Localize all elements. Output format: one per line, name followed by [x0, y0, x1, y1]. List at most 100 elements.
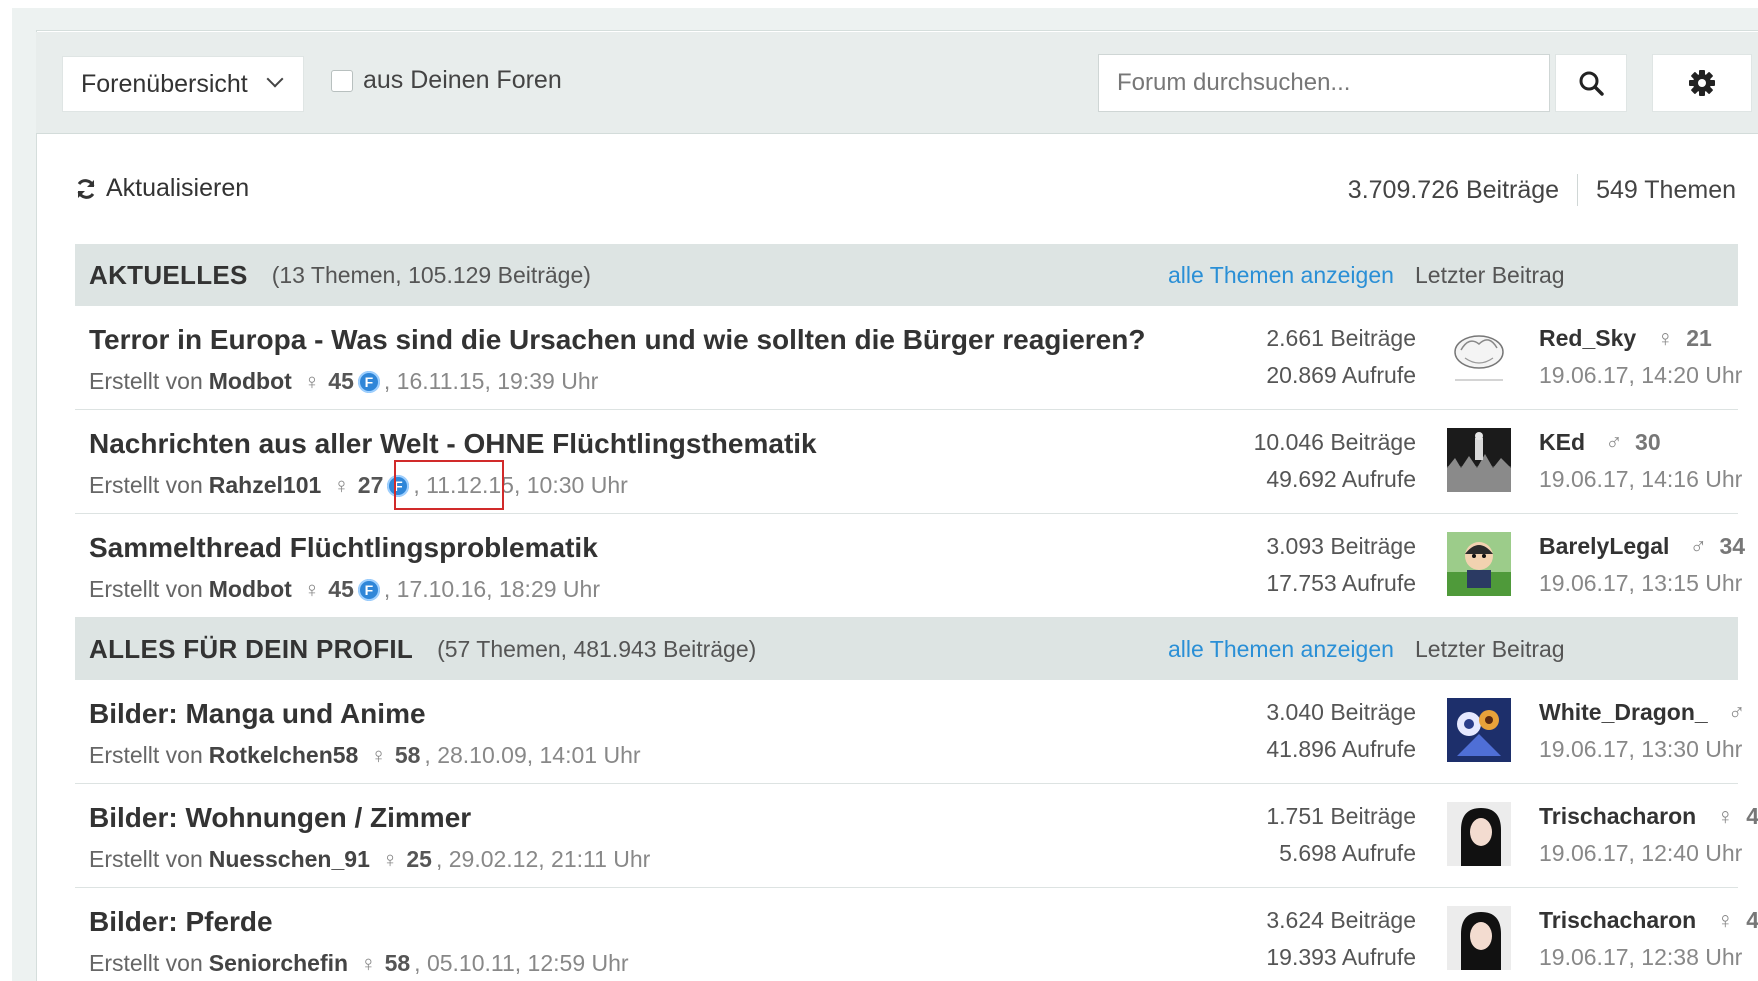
topic-title[interactable]: Bilder: Manga und Anime [89, 698, 426, 730]
avatar[interactable] [1447, 324, 1511, 388]
last-post-user-link[interactable]: White_Dragon_ [1539, 699, 1708, 725]
view-count: 5.698 Aufrufe [1279, 840, 1416, 866]
topic-title[interactable]: Sammelthread Flüchtlingsproblematik [89, 532, 598, 564]
last-post-user-link[interactable]: Trischacharon [1539, 803, 1696, 829]
female-icon: ♀ [1716, 803, 1734, 829]
created-date: , 11.12.15, 10:30 Uhr [413, 472, 628, 498]
last-post-date[interactable]: 19.06.17, 12:38 Uhr [1539, 939, 1758, 976]
topic-creator: Erstellt von Rotkelchen58 ♀ 58 , 28.10.0… [89, 742, 641, 769]
post-count: 1.751 Beiträge [1266, 803, 1416, 829]
last-post-column-header: Letzter Beitrag [1415, 261, 1565, 288]
refresh-button[interactable]: Aktualisieren [74, 174, 249, 203]
created-date: , 28.10.09, 14:01 Uhr [424, 742, 641, 768]
forum-search-input[interactable] [1098, 54, 1550, 112]
post-count: 3.624 Beiträge [1266, 907, 1416, 933]
refresh-icon [77, 178, 95, 199]
created-by-label: Erstellt von [89, 846, 203, 872]
created-by-label: Erstellt von [89, 472, 203, 498]
last-post-date[interactable]: 19.06.17, 14:20 Uhr [1539, 357, 1742, 394]
own-forums-filter[interactable]: aus Deinen Foren [331, 66, 562, 95]
male-icon: ♂ [1689, 533, 1708, 559]
last-post-user-link[interactable]: Red_Sky [1539, 325, 1636, 351]
last-post-info: Red_Sky ♀ 21 19.06.17, 14:20 Uhr [1539, 320, 1742, 394]
topic-counts: 3.040 Beiträge 41.896 Aufrufe [1266, 694, 1416, 768]
last-post-user-age: 47 [1746, 907, 1758, 933]
last-post-column-header: Letzter Beitrag [1415, 635, 1565, 662]
total-posts: 3.709.726 Beiträge [1347, 175, 1560, 204]
section-title[interactable]: ALLES FÜR DEIN PROFIL [89, 634, 413, 665]
last-post-date[interactable]: 19.06.17, 13:30 Uhr [1539, 731, 1758, 768]
moderator-badge-icon: F [357, 370, 380, 393]
dropdown-label: Forenübersicht [81, 69, 248, 98]
female-icon: ♀ [303, 368, 321, 394]
topic-title[interactable]: Bilder: Wohnungen / Zimmer [89, 802, 471, 834]
settings-button[interactable] [1652, 54, 1752, 112]
topic-row: Bilder: Pferde Erstellt von Seniorchefin… [75, 888, 1758, 981]
last-post-user-link[interactable]: Trischacharon [1539, 907, 1696, 933]
show-all-topics-link[interactable]: alle Themen anzeigen [1168, 262, 1394, 289]
author-link[interactable]: Rahzel101 [209, 472, 322, 499]
refresh-label: Aktualisieren [106, 174, 250, 202]
view-count: 20.869 Aufrufe [1266, 362, 1416, 388]
last-post-date[interactable]: 19.06.17, 13:15 Uhr [1539, 565, 1745, 602]
show-all-topics-link[interactable]: alle Themen anzeigen [1168, 636, 1394, 663]
author-link[interactable]: Nuesschen_91 [209, 846, 370, 873]
forum-view-dropdown[interactable]: Forenübersicht [62, 56, 304, 112]
author-link[interactable]: Seniorchefin [209, 950, 348, 977]
created-date: , 17.10.16, 18:29 Uhr [383, 576, 600, 602]
section-title[interactable]: AKTUELLES [89, 260, 248, 291]
last-post-info: Trischacharon ♀ 47 19.06.17, 12:38 Uhr [1539, 902, 1758, 976]
avatar[interactable] [1447, 906, 1511, 970]
author-age: 58 [384, 950, 411, 976]
last-post-date[interactable]: 19.06.17, 14:16 Uhr [1539, 461, 1742, 498]
topic-creator: Erstellt von Modbot ♀ 45 F , 17.10.16, 1… [89, 576, 600, 603]
topic-creator: Erstellt von Modbot ♀ 45 F , 16.11.15, 1… [89, 368, 598, 395]
author-link[interactable]: Rotkelchen58 [209, 742, 359, 769]
topic-counts: 3.624 Beiträge 19.393 Aufrufe [1266, 902, 1416, 976]
avatar[interactable] [1447, 698, 1511, 762]
topic-creator: Erstellt von Nuesschen_91 ♀ 25 , 29.02.1… [89, 846, 650, 873]
last-post-user-age: 34 [1719, 533, 1746, 559]
created-date: , 29.02.12, 21:11 Uhr [435, 846, 651, 872]
created-date: , 05.10.11, 12:59 Uhr [414, 950, 629, 976]
total-topics: 549 Themen [1596, 175, 1736, 204]
moderator-badge-icon: F [387, 474, 410, 497]
post-count: 2.661 Beiträge [1266, 325, 1416, 351]
avatar[interactable] [1447, 532, 1511, 596]
last-post-user-link[interactable]: KEd [1539, 429, 1585, 455]
last-post-info: White_Dragon_ ♂ 2 19.06.17, 13:30 Uhr [1539, 694, 1758, 768]
topic-counts: 3.093 Beiträge 17.753 Aufrufe [1266, 528, 1416, 602]
last-post-user-age: 21 [1686, 325, 1712, 351]
author-age: 45 [328, 576, 354, 602]
chevron-down-icon [266, 70, 284, 88]
section-header-aktuelles: AKTUELLES (13 Themen, 105.129 Beiträge) … [75, 244, 1738, 306]
avatar[interactable] [1447, 802, 1511, 866]
topic-creator: Erstellt von Seniorchefin ♀ 58 , 05.10.1… [89, 950, 629, 977]
female-icon: ♀ [370, 742, 387, 768]
topic-row: Sammelthread Flüchtlingsproblematik Erst… [75, 514, 1745, 618]
topic-title[interactable]: Nachrichten aus aller Welt - OHNE Flücht… [89, 428, 817, 460]
last-post-date[interactable]: 19.06.17, 12:40 Uhr [1539, 835, 1758, 872]
topic-row: Nachrichten aus aller Welt - OHNE Flücht… [75, 410, 1742, 514]
topic-title[interactable]: Terror in Europa - Was sind die Ursachen… [89, 324, 1145, 356]
female-icon: ♀ [1656, 325, 1674, 351]
search-button[interactable] [1555, 54, 1627, 112]
female-icon: ♀ [1716, 907, 1734, 933]
male-icon: ♂ [1605, 429, 1623, 455]
avatar[interactable] [1447, 428, 1511, 492]
author-age: 45 [328, 368, 354, 394]
author-link[interactable]: Modbot [209, 576, 292, 603]
created-by-label: Erstellt von [89, 950, 203, 976]
last-post-user-link[interactable]: BarelyLegal [1539, 533, 1669, 559]
stats-divider [1577, 174, 1579, 206]
author-link[interactable]: Modbot [209, 368, 292, 395]
post-count: 3.040 Beiträge [1266, 699, 1416, 725]
topic-creator: Erstellt von Rahzel101 ♀ 27 F , 11.12.15… [89, 472, 628, 499]
topic-row: Terror in Europa - Was sind die Ursachen… [75, 306, 1742, 410]
created-by-label: Erstellt von [89, 576, 203, 602]
created-date: , 16.11.15, 19:39 Uhr [383, 368, 599, 394]
own-forums-checkbox[interactable] [331, 69, 353, 92]
author-age: 58 [394, 742, 421, 768]
topic-title[interactable]: Bilder: Pferde [89, 906, 273, 938]
view-count: 49.692 Aufrufe [1266, 466, 1416, 492]
